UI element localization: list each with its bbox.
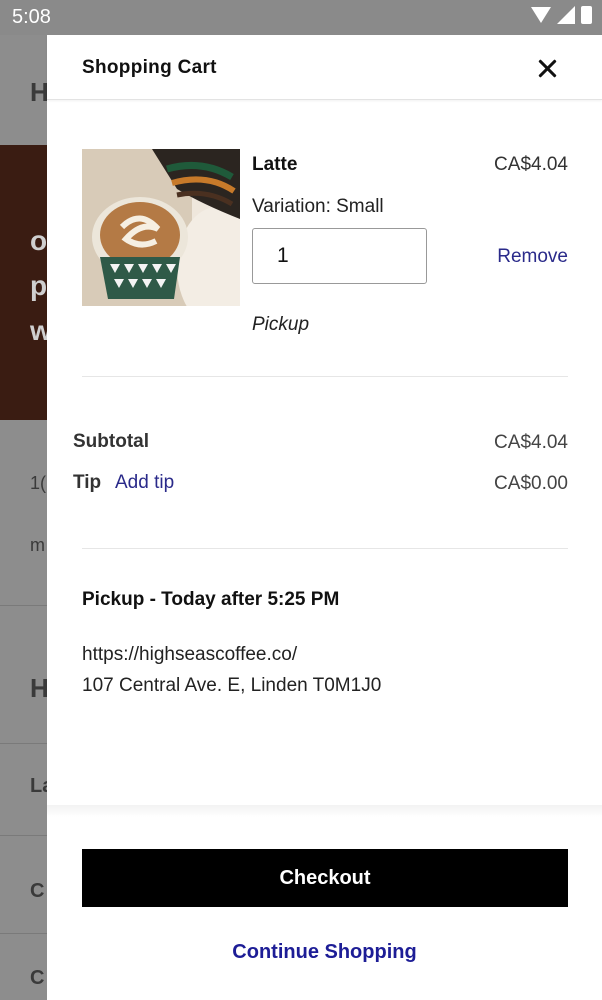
product-price: CA$4.04 [494,154,568,175]
status-time: 5:08 [12,6,51,28]
close-icon[interactable] [527,49,567,87]
checkout-button[interactable]: Checkout [82,849,568,907]
subtotal-label: Subtotal [73,431,149,452]
cart-drawer: Shopping Cart Latte CA$4.04 Variation: S… [47,35,602,1000]
bg-divider [0,835,50,836]
product-name: Latte [252,154,298,175]
status-bar: 5:08 [0,0,602,35]
drawer-title: Shopping Cart [82,57,217,78]
tip-label: Tip [73,472,102,493]
subtotal-value: CA$4.04 [494,432,568,453]
bg-divider [0,743,50,744]
bg-divider [0,933,50,934]
signal-icon [557,6,575,24]
drawer-header: Shopping Cart [47,35,602,100]
remove-button[interactable]: Remove [497,246,568,268]
add-tip-button[interactable]: Add tip [115,472,174,494]
divider [82,548,568,549]
status-icons [531,6,592,24]
tip-value: CA$0.00 [494,473,568,494]
quantity-input[interactable] [252,228,427,284]
bg-divider [0,605,50,606]
wifi-icon [531,7,551,23]
store-address: 107 Central Ave. E, Linden T0M1J0 [82,675,382,696]
pickup-time: Pickup - Today after 5:25 PM [82,589,340,610]
fulfillment-method: Pickup [252,314,310,335]
bg-heading: H [30,77,49,107]
store-url: https://highseascoffee.co/ [82,644,298,665]
product-variation: Variation: Small [252,196,384,217]
battery-icon [581,6,592,24]
continue-shopping-button[interactable]: Continue Shopping [47,941,602,964]
footer-shadow [47,805,602,817]
product-image [82,149,240,306]
divider [82,376,568,377]
